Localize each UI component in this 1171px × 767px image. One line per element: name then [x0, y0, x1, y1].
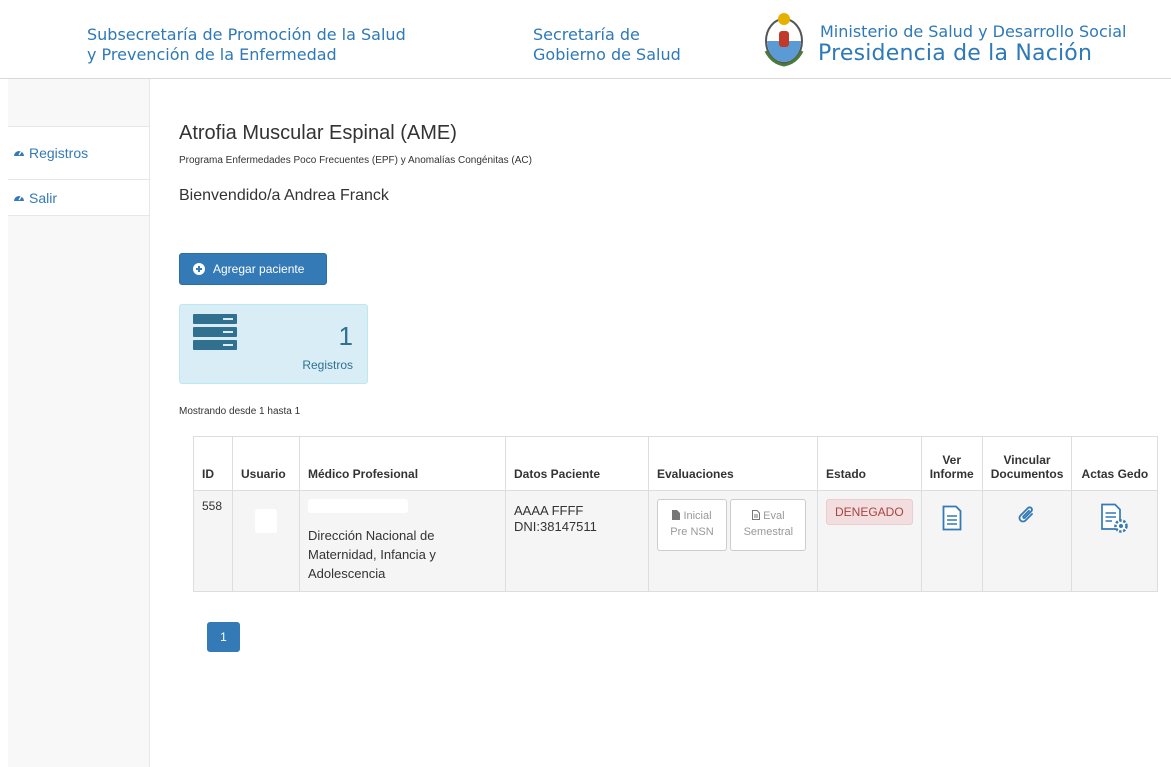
server-icon — [193, 314, 237, 350]
national-shield-logo — [764, 13, 804, 67]
doctor-institution: Dirección Nacional de Maternidad, Infanc… — [308, 528, 436, 581]
column-header-vincular-documentos: Vincular Documentos — [981, 436, 1073, 491]
cell-estado: DENEGADO — [817, 490, 922, 592]
cell-evaluaciones: Inicial Pre NSN Eval Semestral — [648, 490, 818, 592]
document-settings-icon[interactable] — [1100, 503, 1130, 535]
eval-inicial-button[interactable]: Inicial Pre NSN — [657, 499, 727, 551]
sidebar-nav: Registros Salir — [8, 126, 149, 216]
dashboard-icon — [14, 195, 24, 201]
file-icon — [672, 510, 681, 520]
file-text-icon — [752, 510, 761, 520]
add-patient-label: Agregar paciente — [213, 262, 305, 276]
column-header-id: ID — [193, 436, 233, 491]
eval-semestral-button[interactable]: Eval Semestral — [730, 499, 807, 551]
cell-usuario — [232, 490, 300, 592]
redacted-username — [255, 509, 277, 533]
patients-table: ID Usuario Médico Profesional Datos Paci… — [193, 436, 1159, 592]
cell-id: 558 — [193, 490, 233, 592]
dashboard-icon — [14, 150, 24, 156]
cell-medico: Dirección Nacional de Maternidad, Infanc… — [299, 490, 506, 592]
column-header-estado: Estado — [817, 436, 922, 491]
sidebar-item-salir[interactable]: Salir — [8, 179, 149, 215]
page-title: Atrofia Muscular Espinal (AME) — [179, 122, 457, 144]
pagination-page-1[interactable]: 1 — [207, 622, 240, 652]
sidebar-item-label: Salir — [29, 189, 58, 206]
site-header: Subsecretaría de Promoción de la Salud y… — [0, 0, 1171, 79]
column-header-ver-informe: Ver Informe — [920, 436, 983, 491]
welcome-message: Bienvendido/a Andrea Franck — [179, 187, 389, 204]
cell-vincular-documentos — [981, 490, 1073, 592]
redacted-doctor-name — [308, 499, 408, 513]
column-header-evaluaciones: Evaluaciones — [648, 436, 818, 491]
sidebar-item-label: Registros — [29, 145, 89, 161]
table-header-row: ID Usuario Médico Profesional Datos Paci… — [193, 436, 1159, 491]
add-patient-button[interactable]: Agregar paciente — [179, 253, 327, 285]
results-summary: Mostrando desde 1 hasta 1 — [179, 406, 301, 417]
registros-count: 1 — [338, 321, 353, 351]
sidebar-item-registros[interactable]: Registros — [8, 126, 149, 179]
column-header-usuario: Usuario — [232, 436, 300, 491]
registros-label: Registros — [302, 358, 353, 372]
plus-circle-icon — [193, 263, 205, 275]
status-badge: DENEGADO — [826, 499, 913, 525]
secretaria-title: Secretaría de Gobierno de Salud — [533, 25, 681, 64]
sidebar: Registros Salir — [8, 79, 150, 767]
ministerio-title: Ministerio de Salud y Desarrollo Social — [820, 22, 1127, 41]
column-header-medico: Médico Profesional — [299, 436, 506, 491]
patient-name: AAAA FFFF — [514, 503, 584, 518]
cell-ver-informe — [920, 490, 983, 592]
page-subtitle: Programa Enfermedades Poco Frecuentes (E… — [179, 155, 532, 166]
cell-datos-paciente: AAAA FFFF DNI:38147511 — [505, 490, 649, 592]
cell-actas-gedo — [1071, 490, 1159, 592]
table-row: 558 Dirección Nacional de Maternidad, In… — [193, 490, 1159, 592]
column-header-actas-gedo: Actas Gedo — [1071, 436, 1159, 491]
presidencia-title: Presidencia de la Nación — [818, 41, 1093, 66]
subsecretaria-title: Subsecretaría de Promoción de la Salud y… — [87, 25, 406, 64]
paperclip-icon[interactable] — [1017, 503, 1037, 525]
registros-summary-panel: 1 Registros — [179, 304, 368, 384]
column-header-datos-paciente: Datos Paciente — [505, 436, 649, 491]
patient-dni: DNI:38147511 — [514, 519, 597, 534]
document-icon[interactable] — [942, 505, 962, 531]
